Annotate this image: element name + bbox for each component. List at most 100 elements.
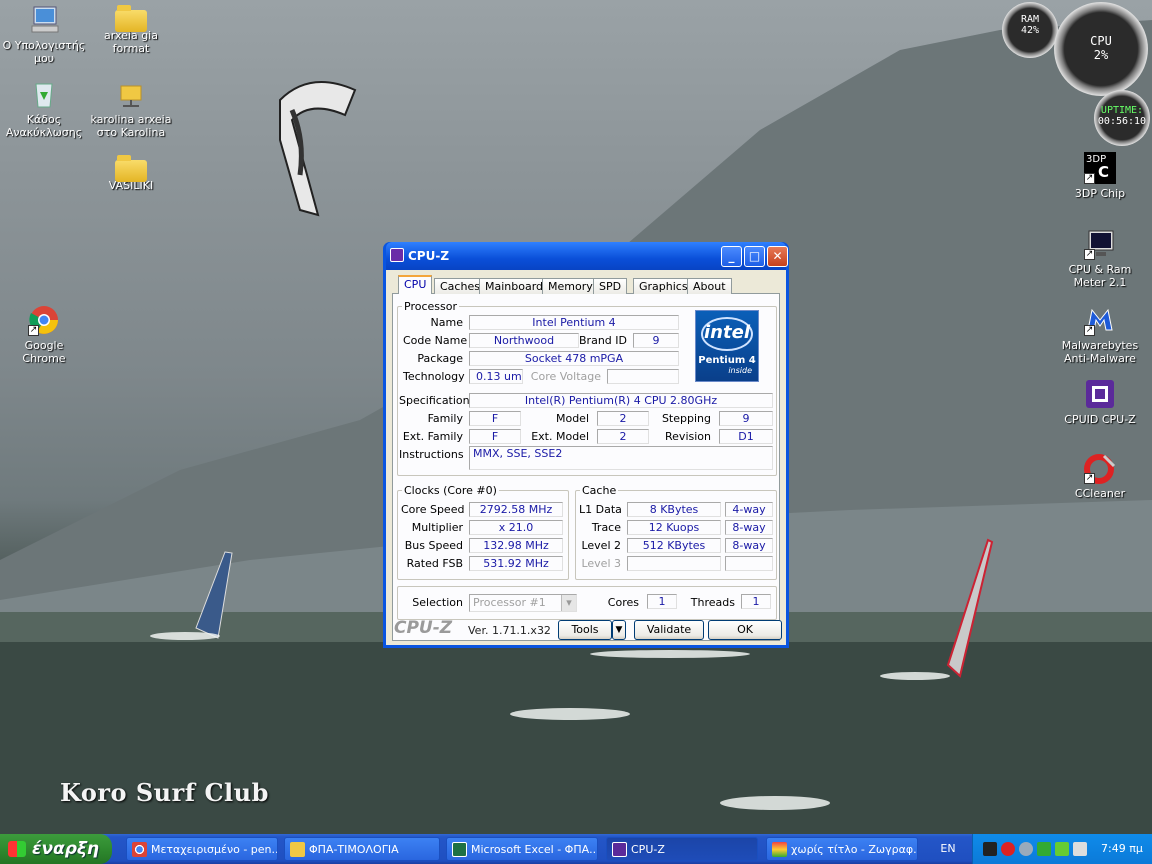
- busspeed-label: Bus Speed: [404, 539, 463, 552]
- processor-select[interactable]: Processor #1 ▾: [469, 594, 577, 612]
- maximize-button[interactable]: □: [744, 246, 765, 267]
- tools-button[interactable]: Tools: [558, 620, 612, 640]
- cpuz-window[interactable]: CPU-Z _ □ ✕ CPU Caches Mainboard Memory …: [383, 242, 789, 648]
- brandid-label: Brand ID: [579, 334, 627, 347]
- start-button[interactable]: έναρξη: [0, 834, 112, 864]
- tab-mainboard[interactable]: Mainboard: [479, 278, 550, 294]
- uptime-gadget[interactable]: UPTIME: 00:56:10: [1094, 90, 1150, 146]
- task-cpuz[interactable]: CPU-Z: [606, 837, 758, 861]
- language-indicator[interactable]: EN: [928, 834, 968, 864]
- specification-value: Intel(R) Pentium(R) 4 CPU 2.80GHz: [469, 393, 773, 408]
- desktop-icon-vasiliki[interactable]: VASILIKI: [89, 154, 173, 192]
- pentium-logo-text: Pentium 4: [698, 355, 756, 366]
- desktop-icon-label: arxeia gia format: [104, 29, 158, 55]
- window-titlebar[interactable]: CPU-Z _ □ ✕: [386, 242, 788, 270]
- wallpaper-brand: Koro Surf Club: [60, 778, 269, 807]
- printer-icon[interactable]: [1073, 842, 1087, 856]
- model-value: 2: [597, 411, 649, 426]
- shortcut-arrow-icon: ↗: [1084, 173, 1095, 184]
- busspeed-value: 132.98 MHz: [469, 538, 563, 553]
- cpuz-footer-logo: CPU-Z: [394, 618, 453, 638]
- chevron-down-icon: ▾: [561, 595, 576, 611]
- processor-legend: Processor: [404, 300, 457, 313]
- cpu-gadget[interactable]: CPU 2%: [1054, 2, 1148, 96]
- desktop-icon-arxeia-gia-format[interactable]: arxeia gia format: [89, 4, 173, 55]
- desktop-icon-karolina[interactable]: karolina arxeia στο Karolina: [89, 78, 173, 139]
- selection-label: Selection: [412, 596, 463, 609]
- l1data-way: 4-way: [725, 502, 773, 517]
- task-chrome[interactable]: Μεταχειρισμένο - pen...: [126, 837, 278, 861]
- network-icon[interactable]: [1037, 842, 1051, 856]
- desktop-icon-3dp-chip[interactable]: 3DP C ↗ 3DP Chip: [1058, 152, 1142, 200]
- validate-button[interactable]: Validate: [634, 620, 704, 640]
- cores-value: 1: [647, 594, 677, 609]
- inside-logo-text: inside: [728, 366, 752, 375]
- desktop-icon-ccleaner[interactable]: ↗ CCleaner: [1058, 452, 1142, 500]
- tab-bar: CPU Caches Mainboard Memory SPD Graphics…: [392, 274, 780, 295]
- ccleaner-icon: ↗: [1084, 452, 1116, 484]
- system-tray: 7:49 πμ: [972, 834, 1152, 864]
- technology-label: Technology: [403, 370, 465, 383]
- clock[interactable]: 7:49 πμ: [1101, 834, 1143, 864]
- shortcut-arrow-icon: ↗: [1084, 473, 1095, 484]
- multiplier-value: x 21.0: [469, 520, 563, 535]
- task-paint[interactable]: χωρίς τίτλο - Ζωγραφ...: [766, 837, 918, 861]
- minimize-button[interactable]: _: [721, 246, 742, 267]
- cpuz-icon: [390, 248, 404, 262]
- window-client: CPU Caches Mainboard Memory SPD Graphics…: [386, 270, 786, 645]
- name-value: Intel Pentium 4: [469, 315, 679, 330]
- folder-icon: [115, 155, 147, 182]
- windows-flag-icon: [8, 841, 26, 857]
- extmodel-value: 2: [597, 429, 649, 444]
- chrome-icon: ↗: [28, 304, 60, 336]
- cpuz-icon: [612, 842, 627, 857]
- version-text: Ver. 1.71.1.x32: [468, 624, 551, 637]
- close-button[interactable]: ✕: [767, 246, 788, 267]
- level3-way: [725, 556, 773, 571]
- level3-label: Level 3: [581, 557, 621, 570]
- ram-gadget[interactable]: RAM 42%: [1002, 2, 1058, 58]
- tab-memory[interactable]: Memory: [542, 278, 599, 294]
- desktop-icon-recycle-bin[interactable]: Κάδος Ανακύκλωσης: [2, 78, 86, 139]
- tab-cpu[interactable]: CPU: [398, 275, 433, 295]
- desktop-icon-label: CCleaner: [1074, 487, 1126, 500]
- ok-button[interactable]: OK: [708, 620, 782, 640]
- monitor-icon: ↗: [1084, 228, 1116, 260]
- tools-dropdown-button[interactable]: ▼: [612, 620, 626, 640]
- window-footer: CPU-Z Ver. 1.71.1.x32 Tools ▼ Validate O…: [386, 614, 782, 644]
- task-excel[interactable]: Microsoft Excel - ΦΠΑ...: [446, 837, 598, 861]
- shield-icon[interactable]: [1001, 842, 1015, 856]
- desktop-icon-google-chrome[interactable]: ↗ Google Chrome: [2, 304, 86, 365]
- task-folder[interactable]: ΦΠΑ-ΤΙΜΟΛΟΓΙΑ: [284, 837, 440, 861]
- tab-spd[interactable]: SPD: [593, 278, 628, 294]
- tray-sync-icon[interactable]: [1019, 842, 1033, 856]
- folder-icon: [115, 5, 147, 32]
- corevoltage-value: [607, 369, 679, 384]
- nvidia-icon[interactable]: [1055, 842, 1069, 856]
- cores-label: Cores: [607, 596, 639, 609]
- level2-label: Level 2: [581, 539, 621, 552]
- uptime-value: 00:56:10: [1097, 116, 1147, 127]
- cpuz-icon: [1084, 378, 1116, 410]
- desktop-icon-malwarebytes[interactable]: ↗ Malwarebytes Anti-Malware: [1058, 304, 1142, 365]
- task-label: CPU-Z: [631, 843, 665, 856]
- desktop-icon-my-computer[interactable]: Ο Υπολογιστής μου: [2, 4, 86, 65]
- corevoltage-label: Core Voltage: [530, 370, 601, 383]
- stepping-label: Stepping: [661, 412, 711, 425]
- processor-select-value: Processor #1: [473, 596, 546, 609]
- extfamily-label: Ext. Family: [402, 430, 463, 443]
- desktop-icon-cpuid-cpuz[interactable]: CPUID CPU-Z: [1058, 378, 1142, 426]
- chrome-icon: [132, 842, 147, 857]
- task-label: Μεταχειρισμένο - pen...: [151, 843, 278, 856]
- wave: [590, 650, 750, 658]
- corespeed-label: Core Speed: [401, 503, 465, 516]
- tab-graphics[interactable]: Graphics: [633, 278, 694, 294]
- tab-about[interactable]: About: [687, 278, 732, 294]
- package-value: Socket 478 mPGA: [469, 351, 679, 366]
- tray-app-icon[interactable]: [983, 842, 997, 856]
- task-label: χωρίς τίτλο - Ζωγραφ...: [791, 843, 918, 856]
- my-computer-icon: [28, 4, 60, 36]
- clocks-legend: Clocks (Core #0): [404, 484, 497, 497]
- desktop-icon-label: Ο Υπολογιστής μου: [2, 39, 86, 65]
- desktop-icon-cpu-ram-meter[interactable]: ↗ CPU & Ram Meter 2.1: [1058, 228, 1142, 289]
